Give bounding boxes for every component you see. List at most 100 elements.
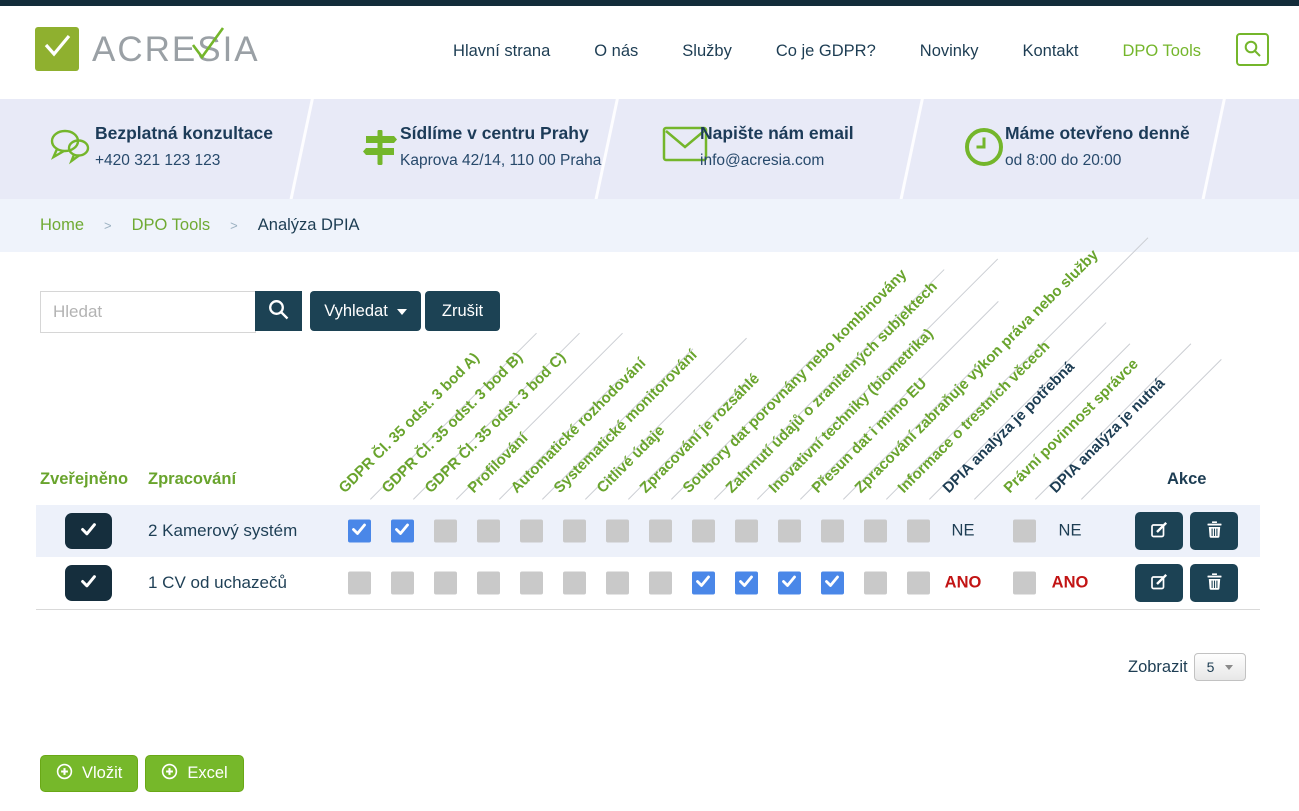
breadcrumb-item-home[interactable]: Home bbox=[40, 216, 84, 235]
checkbox-soubory-dat-porovn-ny-nebo-kombinov-ny[interactable] bbox=[692, 572, 715, 595]
nav-item-hlavn-strana[interactable]: Hlavní strana bbox=[453, 42, 550, 61]
checkbox-gdpr-l-35-odst-3-bod-a[interactable] bbox=[348, 520, 371, 543]
plus-circle-icon bbox=[161, 763, 178, 785]
clock-icon bbox=[963, 126, 1005, 173]
info-title-m-me-otev-eno-denn: Máme otevřeno denně bbox=[1005, 123, 1190, 144]
page: ACRESIA Hlavní stranaO násSlužbyCo je GD… bbox=[0, 0, 1299, 811]
checkbox-zahrnut-daj-o-zraniteln-ch-subjektech[interactable] bbox=[735, 520, 758, 543]
check-icon bbox=[81, 575, 96, 591]
search-submit-button[interactable]: Vyhledat bbox=[310, 291, 421, 331]
checkbox-automatick-rozhodov-n[interactable] bbox=[520, 520, 543, 543]
dpia-required-value: ANO bbox=[1052, 574, 1089, 593]
checkbox-automatick-rozhodov-n[interactable] bbox=[520, 572, 543, 595]
check-icon bbox=[739, 574, 753, 592]
nav-item-co-je-gdpr[interactable]: Co je GDPR? bbox=[776, 42, 876, 61]
published-toggle[interactable] bbox=[65, 565, 112, 601]
main-nav: Hlavní strana O nás Služby Co je GDPR? Novin… bbox=[453, 42, 1201, 61]
search-input[interactable] bbox=[40, 291, 256, 333]
logo[interactable] bbox=[35, 27, 79, 71]
checkbox-gdpr-l-35-odst-3-bod-b[interactable] bbox=[391, 520, 414, 543]
nav-item-kontakt[interactable]: Kontakt bbox=[1022, 42, 1078, 61]
logo-check-icon bbox=[42, 33, 72, 65]
infobar-divider bbox=[899, 99, 925, 199]
search-go-button[interactable] bbox=[255, 291, 302, 331]
edit-icon bbox=[1150, 521, 1169, 542]
info-title-napi-te-n-m-email: Napište nám email bbox=[700, 123, 854, 144]
nav-item-dpo-tools[interactable]: DPO Tools bbox=[1122, 42, 1201, 61]
checkbox-inovativn-techniky-biometrika[interactable] bbox=[778, 572, 801, 595]
checkbox-gdpr-l-35-odst-3-bod-b[interactable] bbox=[391, 572, 414, 595]
page-size-value: 5 bbox=[1207, 659, 1215, 675]
search-icon bbox=[268, 299, 289, 323]
checkbox-gdpr-l-35-odst-3-bod-a[interactable] bbox=[348, 572, 371, 595]
checkbox-inovativn-techniky-biometrika[interactable] bbox=[778, 520, 801, 543]
caret-down-icon bbox=[397, 309, 407, 315]
info-bar: Bezplatná konzultace+420 321 123 123Sídl… bbox=[0, 99, 1299, 199]
checkbox-zpracov-n-je-rozs-hl[interactable] bbox=[649, 572, 672, 595]
search-submit-label: Vyhledat bbox=[324, 302, 388, 321]
trash-icon bbox=[1207, 521, 1222, 541]
table-row: 2 Kamerový systémNENE bbox=[36, 505, 1260, 557]
checkbox-soubory-dat-porovn-ny-nebo-kombinov-ny[interactable] bbox=[692, 520, 715, 543]
checkbox-zpracov-n-je-rozs-hl[interactable] bbox=[649, 520, 672, 543]
signpost-icon bbox=[358, 126, 402, 175]
breadcrumb-separator: > bbox=[104, 218, 112, 233]
info-subtitle-s-dl-me-v-centru-prahy: Kaprova 42/14, 110 00 Praha bbox=[400, 152, 601, 170]
checkbox-zpracov-n-zabra-uje-v-kon-pr-va-nebo-slu-by[interactable] bbox=[864, 520, 887, 543]
checkbox-zahrnut-daj-o-zraniteln-ch-subjektech[interactable] bbox=[735, 572, 758, 595]
checkbox-profilov-n[interactable] bbox=[477, 572, 500, 595]
delete-button[interactable] bbox=[1190, 564, 1238, 602]
checkbox-gdpr-l-35-odst-3-bod-c[interactable] bbox=[434, 520, 457, 543]
info-title-bezplatn-konzultace: Bezplatná konzultace bbox=[95, 123, 273, 144]
header-search-button[interactable] bbox=[1236, 33, 1269, 66]
top-accent-bar bbox=[0, 0, 1299, 6]
nav-item-novinky[interactable]: Novinky bbox=[920, 42, 979, 61]
info-subtitle-m-me-otev-eno-denn: od 8:00 do 20:00 bbox=[1005, 152, 1121, 170]
breadcrumb-separator: > bbox=[230, 218, 238, 233]
page-size-select[interactable]: 5 bbox=[1194, 653, 1246, 681]
dpia-needed-value: NE bbox=[952, 522, 975, 541]
checkbox-systematick-monitorov-n[interactable] bbox=[563, 520, 586, 543]
nav-item-slu-by[interactable]: Služby bbox=[682, 42, 732, 61]
checkbox-informace-o-trestn-ch-v-cech[interactable] bbox=[907, 520, 930, 543]
edit-icon bbox=[1150, 573, 1169, 594]
page-size-label: Zobrazit bbox=[1128, 658, 1188, 677]
checkbox-profilov-n[interactable] bbox=[477, 520, 500, 543]
dpia-needed-value: ANO bbox=[945, 574, 982, 593]
breadcrumb-item-anal-za-dpia: Analýza DPIA bbox=[258, 216, 360, 235]
checkbox-pravni-povinnost-spravce[interactable] bbox=[1013, 520, 1036, 543]
checkbox-p-esun-dat-i-mimo-eu[interactable] bbox=[821, 572, 844, 595]
excel-button[interactable]: Excel bbox=[145, 755, 243, 792]
row-processing-name: 2 Kamerový systém bbox=[148, 521, 297, 541]
info-subtitle-bezplatn-konzultace: +420 321 123 123 bbox=[95, 152, 220, 170]
breadcrumb: Home > DPO Tools > Analýza DPIA bbox=[0, 199, 1299, 252]
check-icon bbox=[81, 523, 96, 539]
checkbox-citliv-daje[interactable] bbox=[606, 572, 629, 595]
search-icon bbox=[1244, 40, 1261, 60]
infobar-divider bbox=[1201, 99, 1227, 199]
vlo-it-button[interactable]: Vložit bbox=[40, 755, 138, 792]
check-icon bbox=[696, 574, 710, 592]
footer-buttons: VložitExcel bbox=[40, 755, 244, 792]
checkbox-pravni-povinnost-spravce[interactable] bbox=[1013, 572, 1036, 595]
edit-button[interactable] bbox=[1135, 512, 1183, 550]
check-icon bbox=[825, 574, 839, 592]
brand-check-icon bbox=[183, 21, 227, 70]
checkbox-zpracov-n-zabra-uje-v-kon-pr-va-nebo-slu-by[interactable] bbox=[864, 572, 887, 595]
checkbox-gdpr-l-35-odst-3-bod-c[interactable] bbox=[434, 572, 457, 595]
breadcrumb-item-dpo-tools[interactable]: DPO Tools bbox=[132, 216, 211, 235]
nav-item-o-n-s[interactable]: O nás bbox=[594, 42, 638, 61]
check-icon bbox=[782, 574, 796, 592]
checkbox-p-esun-dat-i-mimo-eu[interactable] bbox=[821, 520, 844, 543]
published-toggle[interactable] bbox=[65, 513, 112, 549]
checkbox-citliv-daje[interactable] bbox=[606, 520, 629, 543]
infobar-divider bbox=[594, 99, 620, 199]
checkbox-systematick-monitorov-n[interactable] bbox=[563, 572, 586, 595]
delete-button[interactable] bbox=[1190, 512, 1238, 550]
column-header-processing: Zpracování bbox=[148, 470, 236, 489]
edit-button[interactable] bbox=[1135, 564, 1183, 602]
checkbox-informace-o-trestn-ch-v-cech[interactable] bbox=[907, 572, 930, 595]
plus-circle-icon bbox=[56, 763, 73, 785]
check-icon bbox=[395, 522, 409, 540]
cancel-button[interactable]: Zrušit bbox=[425, 291, 500, 331]
